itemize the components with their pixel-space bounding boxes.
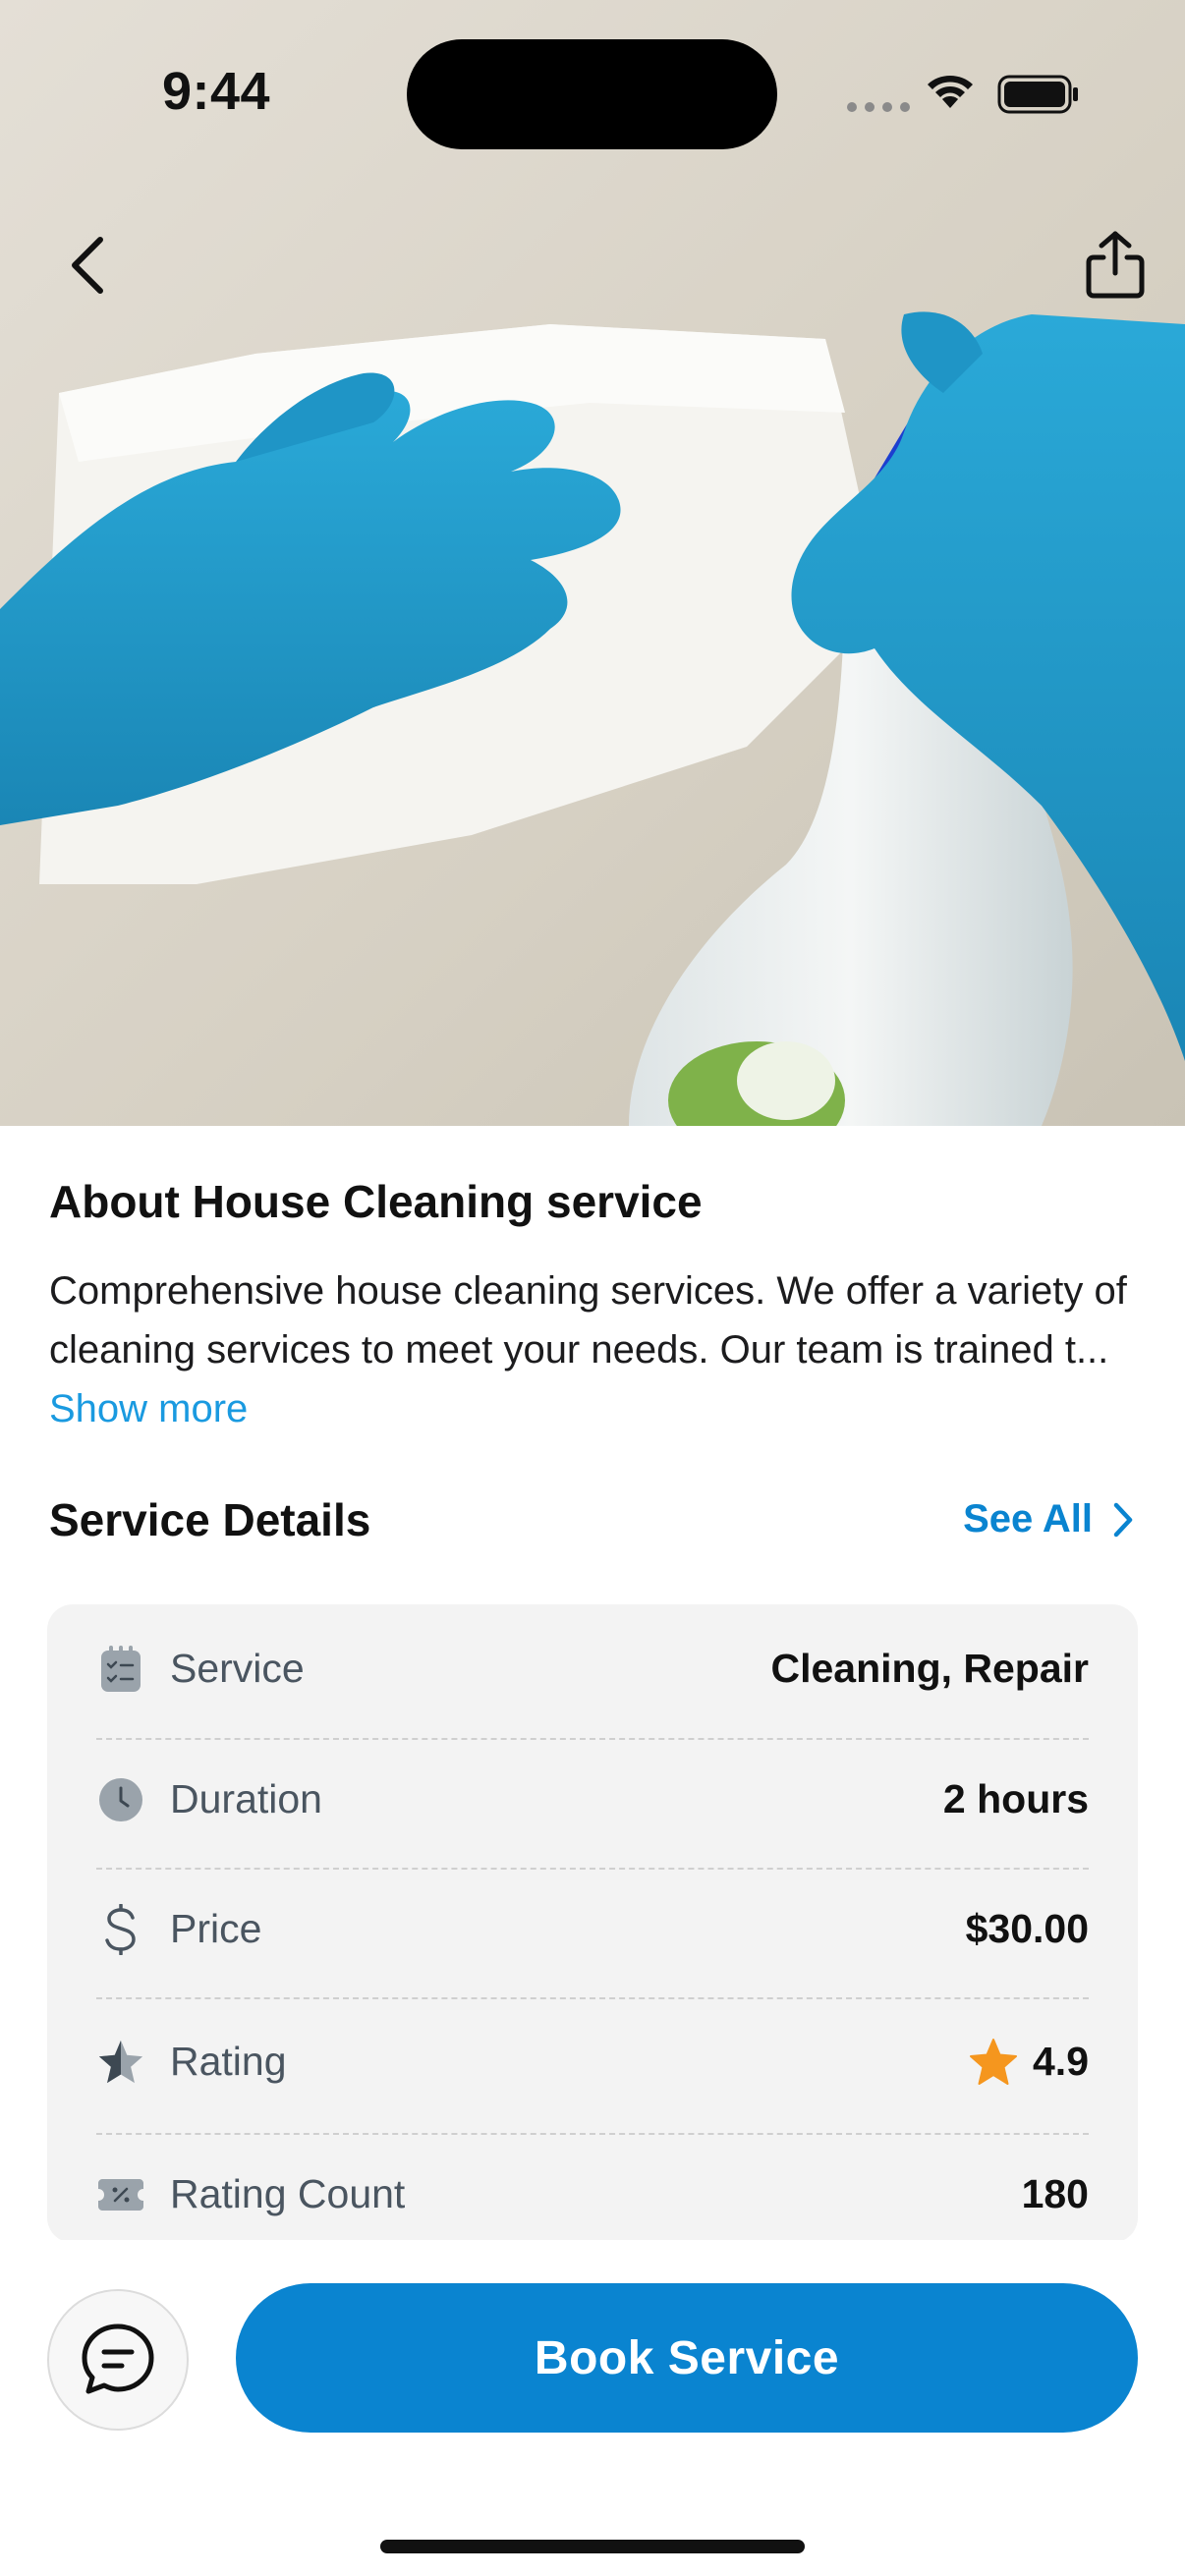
detail-row-price: Price $30.00 [96,1865,1089,1993]
status-time: 9:44 [162,62,271,121]
detail-label: Service [170,1646,305,1691]
cleaning-photo [0,0,1185,1126]
detail-value: 4.9 [1033,2039,1089,2084]
dynamic-island [407,39,777,149]
ticket-icon [98,2178,143,2211]
detail-row-rating: Rating 4.9 [96,1997,1089,2126]
detail-row-service: Service Cleaning, Repair [96,1604,1089,1733]
half-star-icon [98,2040,143,2083]
hero-image: 9:44 [0,0,1185,1126]
about-title: About House Cleaning service [49,1176,703,1227]
chevron-left-icon [72,237,103,294]
star-icon [970,2038,1017,2085]
detail-label: Rating [170,2039,287,2084]
rating-value: 4.9 [968,2038,1089,2087]
detail-value: 2 hours [942,1776,1089,1821]
detail-value: $30.00 [965,1906,1089,1951]
share-button[interactable] [1071,221,1159,309]
service-details-title: Service Details [49,1494,371,1545]
signal-icon [847,102,910,112]
detail-value: Cleaning, Repair [770,1646,1089,1691]
chevron-right-icon [1113,1502,1133,1537]
chat-button[interactable] [47,2289,189,2431]
dollar-icon [105,1903,136,1955]
see-all-link[interactable]: See All [963,1497,1134,1541]
bottom-action-bar: Book Service [0,2240,1185,2576]
about-description: Comprehensive house cleaning services. W… [49,1261,1150,1438]
back-button[interactable] [49,221,128,309]
detail-row-duration: Duration 2 hours [96,1735,1089,1864]
show-more-link[interactable]: Show more [49,1387,248,1430]
chat-icon [82,2324,154,2394]
wifi-icon [928,76,973,108]
see-all-label: See All [963,1497,1093,1540]
book-service-button[interactable]: Book Service [236,2283,1138,2433]
detail-label: Rating Count [170,2171,406,2216]
detail-row-rating-count: Rating Count 180 [96,2130,1089,2243]
detail-label: Price [170,1906,262,1951]
detail-value: 180 [1021,2171,1089,2216]
detail-label: Duration [170,1776,322,1821]
checklist-icon [101,1645,141,1692]
home-indicator [380,2540,805,2553]
clock-icon [99,1777,142,1821]
battery-icon [997,75,1078,114]
about-text: Comprehensive house cleaning services. W… [49,1269,1127,1372]
share-icon [1086,231,1145,299]
service-details-card: Service Cleaning, Repair Duration 2 hour… [47,1604,1138,2243]
